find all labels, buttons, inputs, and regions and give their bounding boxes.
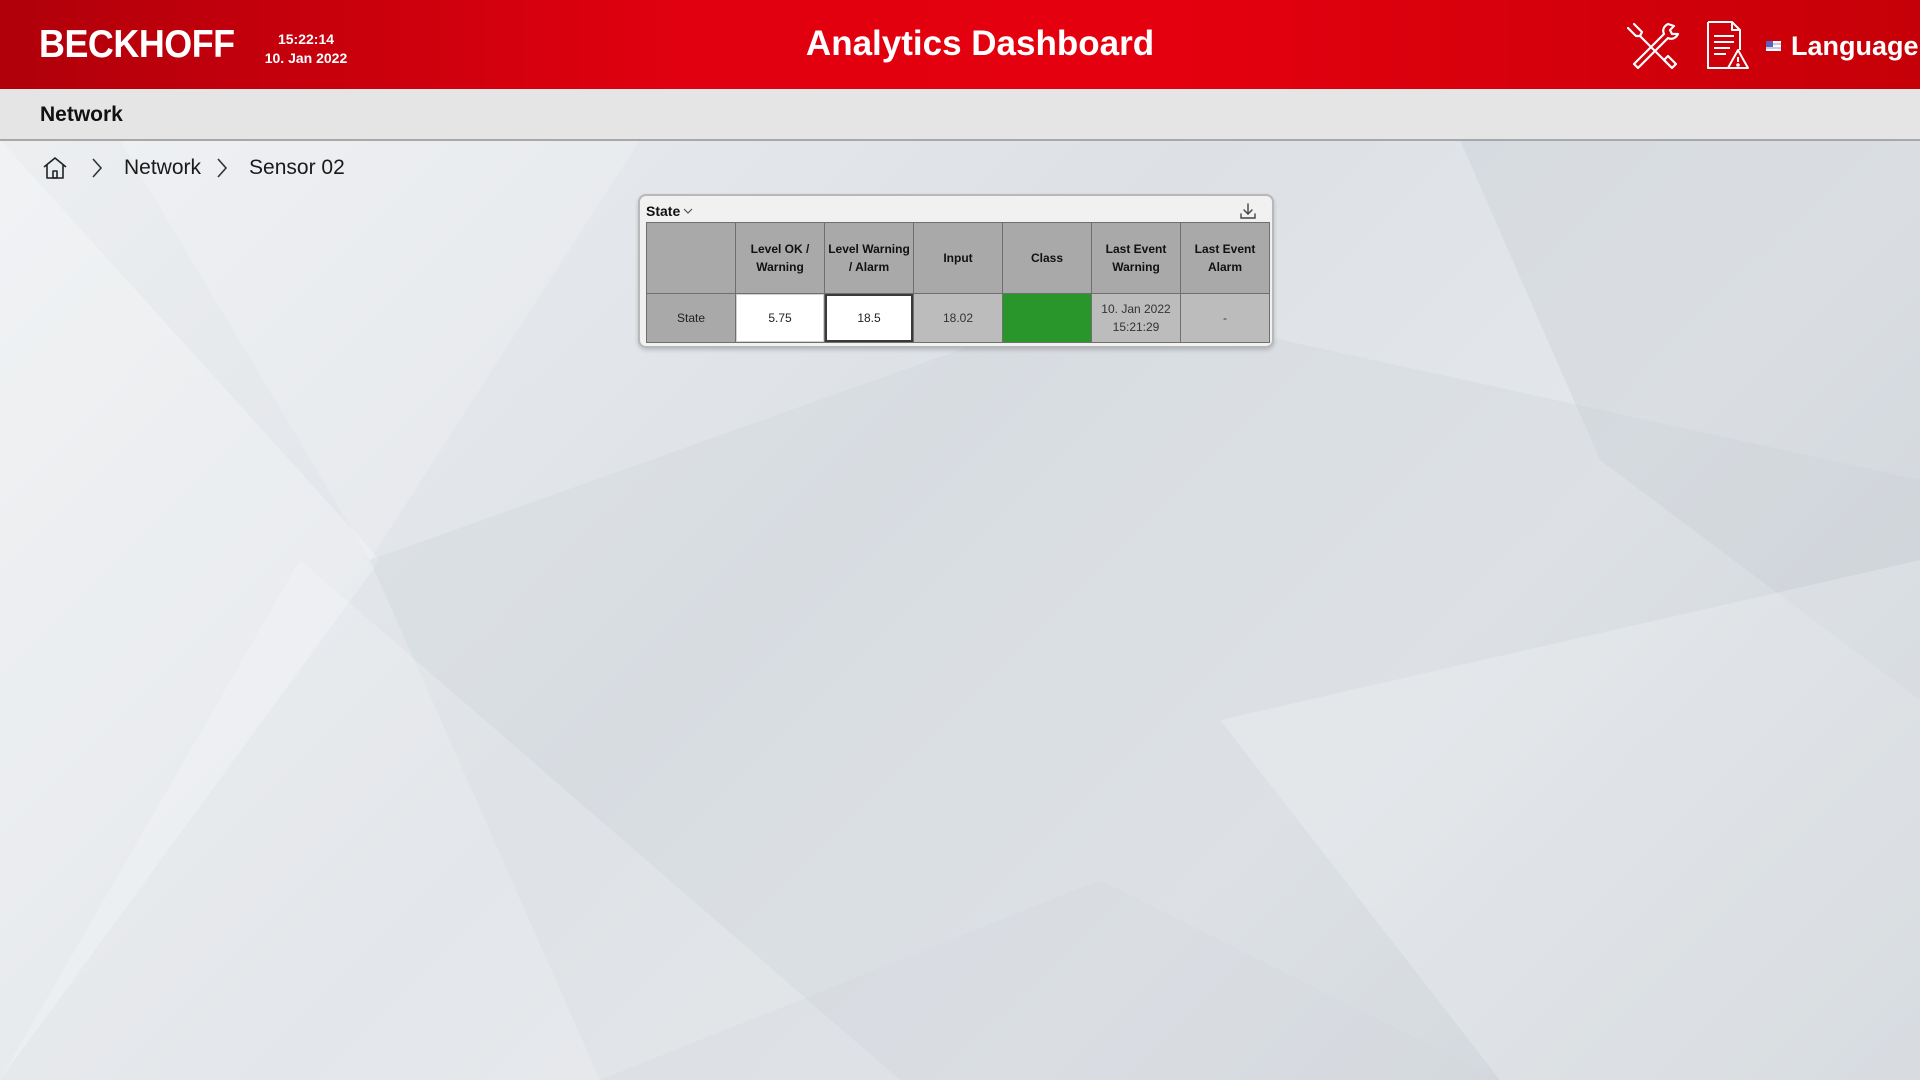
clock-date: 10. Jan 2022 [264,50,348,66]
column-header-last-event-alarm: Last Event Alarm [1181,223,1269,293]
language-button[interactable]: Language [1766,28,1919,64]
sub-header: Network [0,89,1920,141]
column-header-input: Input [914,223,1002,293]
breadcrumb-sensor: Sensor 02 [249,156,345,179]
panel-title: State [646,203,681,219]
last-event-warning-date: 10. Jan 2022 [1101,302,1171,316]
download-icon[interactable] [1240,202,1256,220]
panel-title-dropdown[interactable]: State [646,201,693,221]
breadcrumb: Network Sensor 02 [42,152,345,184]
column-header-last-event-warning: Last Event Warning [1092,223,1180,293]
level-warning-alarm-cell [825,294,913,342]
chevron-right-icon [92,158,103,178]
state-table: Level OK / Warning Level Warning / Alarm… [646,222,1270,343]
state-panel: State Level OK / Warning Level Warning /… [638,194,1274,348]
column-header-level-ok-warning: Level OK / Warning [736,223,824,293]
row-label: State [647,294,735,342]
home-icon[interactable] [42,155,68,181]
top-header: BECKHOFF 15:22:14 10. Jan 2022 Analytics… [0,0,1920,89]
tools-button[interactable] [1624,20,1680,70]
app-title: Analytics Dashboard [805,24,1155,63]
language-label: Language [1791,31,1919,61]
column-header-blank [647,223,735,293]
class-indicator [1003,294,1091,342]
report-warning-button[interactable] [1702,20,1750,72]
level-ok-warning-cell [736,294,824,342]
clock: 15:22:14 10. Jan 2022 [264,30,348,68]
column-header-class: Class [1003,223,1091,293]
chevron-right-icon [217,158,228,178]
clock-time: 15:22:14 [277,31,335,47]
input-value: 18.02 [914,294,1002,342]
last-event-warning-time: 15:21:29 [1112,320,1160,334]
report-warning-icon [1707,21,1749,69]
chevron-down-icon [683,208,693,214]
column-header-level-warning-alarm: Level Warning / Alarm [825,223,913,293]
tools-icon [1626,22,1680,70]
level-warning-alarm-input[interactable] [827,310,911,326]
level-ok-warning-input[interactable] [738,310,822,326]
last-event-alarm: - [1181,294,1269,342]
last-event-warning: 10. Jan 2022 15:21:29 [1092,294,1180,342]
flag-icon [1766,41,1781,51]
brand-logo: BECKHOFF [39,23,235,66]
breadcrumb-network[interactable]: Network [124,155,201,181]
section-title: Network [40,103,123,126]
